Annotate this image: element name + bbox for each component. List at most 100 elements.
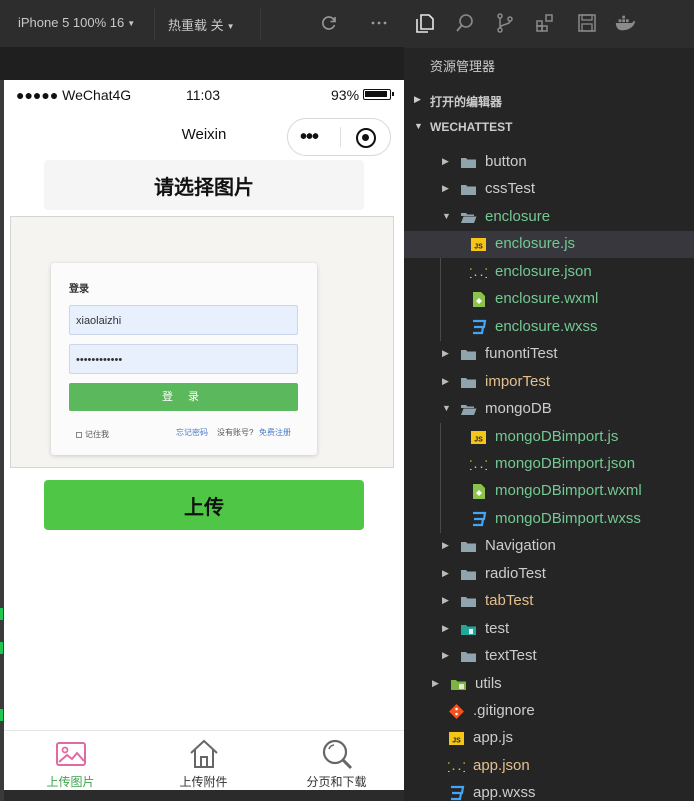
tree-item-label: mongoDBimport.js <box>495 427 619 445</box>
register-link: 免费注册 <box>259 428 291 437</box>
tree-item[interactable]: ▶ tabTest <box>404 588 694 615</box>
chevron-right-icon: ▶ <box>442 156 449 166</box>
toolbar-divider <box>260 8 261 40</box>
chevron-down-icon: ▼ <box>414 121 423 131</box>
device-label: iPhone 5 100% 16 <box>18 15 125 30</box>
forgot-password-link: 忘记密码 <box>176 428 208 437</box>
tree-item[interactable]: mongoDBimport.wxml <box>404 478 694 505</box>
tree-item[interactable]: ▶ Navigation <box>404 533 694 560</box>
wxml-file-icon <box>473 484 485 500</box>
tree-item[interactable]: ▶ cssTest <box>404 176 694 203</box>
tree-item-label: utils <box>475 674 502 692</box>
ide-explorer-panel: 资源管理器 ▶ 打开的编辑器 ▼ WECHATTEST ▶ button ▶ cssT… <box>404 0 694 801</box>
save-icon[interactable] <box>576 12 598 34</box>
upload-button[interactable]: 上传 <box>44 480 364 530</box>
chevron-right-icon: ▶ <box>442 375 449 386</box>
tree-item[interactable]: JS enclosure.js <box>404 231 694 259</box>
source-control-icon[interactable] <box>494 12 516 34</box>
tree-item[interactable]: JS app.js <box>404 725 694 752</box>
search-icon <box>322 739 352 770</box>
tree-item-label: app.json <box>473 756 530 774</box>
tree-item[interactable]: enclosure.wxml <box>404 286 694 313</box>
tab-paging-download[interactable]: 分页和下载 <box>270 731 403 790</box>
folder-test-icon <box>461 624 476 635</box>
files-icon[interactable] <box>414 12 436 34</box>
more-dots-icon[interactable]: ••• <box>300 127 319 147</box>
chevron-down-icon: ▼ <box>442 403 451 414</box>
tree-item-label: imporTest <box>485 372 551 390</box>
hot-reload-select[interactable]: 热重载 关 ▼ <box>168 15 235 34</box>
checkbox-icon <box>76 432 82 438</box>
file-tree: ▶ button ▶ cssTest ▼ enclosure JS enclosure.js {… <box>404 138 694 801</box>
tree-item-label: mongoDBimport.json <box>495 454 636 472</box>
login-title: 登录 <box>69 284 89 295</box>
tree-item[interactable]: ▶ funontiTest <box>404 341 694 368</box>
tree-item[interactable]: ▼ mongoDB <box>404 396 694 423</box>
tree-item[interactable]: ▼ enclosure <box>404 204 694 231</box>
carrier-text: ●●●●● WeChat4G <box>16 87 132 103</box>
tab-bar: 上传图片 上传附件 分页和下载 <box>4 730 404 790</box>
battery-icon <box>363 89 394 100</box>
tree-item[interactable]: {..} app.json <box>404 753 694 780</box>
chevron-right-icon: ▶ <box>414 94 421 104</box>
tree-item-label: enclosure.wxml <box>495 290 599 308</box>
tab-label: 上传图片 <box>46 775 95 789</box>
extensions-icon[interactable] <box>534 12 556 34</box>
explorer-title: 资源管理器 <box>430 59 496 74</box>
tree-item[interactable]: {..} enclosure.json <box>404 259 694 286</box>
device-select[interactable]: iPhone 5 100% 16 ▼ <box>18 15 135 30</box>
search-icon[interactable] <box>454 12 476 34</box>
choose-image-button[interactable]: 请选择图片 <box>44 160 364 210</box>
git-file-icon <box>449 704 464 719</box>
edge-indicator <box>0 608 3 620</box>
refresh-icon[interactable] <box>319 13 339 33</box>
menu-capsule: ••• <box>287 118 391 156</box>
section-open-editors[interactable]: ▶ 打开的编辑器 <box>404 88 694 112</box>
tree-item-label: button <box>485 153 527 170</box>
tree-item[interactable]: ▶ button <box>404 149 694 176</box>
chevron-right-icon: ▶ <box>442 348 449 359</box>
tree-item[interactable]: enclosure.wxss <box>404 314 694 341</box>
tree-item[interactable]: app.wxss <box>404 780 694 801</box>
folder-icon <box>461 158 476 168</box>
more-icon[interactable] <box>369 13 389 33</box>
js-file-icon: JS <box>471 238 486 252</box>
chevron-right-icon: ▶ <box>442 595 449 606</box>
svg-text:{..}: {..} <box>448 762 465 774</box>
tree-item[interactable]: .gitignore <box>404 698 694 725</box>
json-file-icon: {..} <box>470 268 487 280</box>
folder-open-icon <box>461 212 477 223</box>
tree-item[interactable]: ▶ imporTest <box>404 369 694 396</box>
activity-bar <box>404 0 694 48</box>
login-card: 登录 xiaolaizhi •••••••••••• 登 录 记住我 忘记密码 … <box>51 263 317 455</box>
docker-icon[interactable] <box>614 12 636 34</box>
tree-item[interactable]: mongoDBimport.wxss <box>404 506 694 533</box>
folder-icon <box>461 542 476 553</box>
edge-indicator <box>0 642 3 654</box>
tree-item[interactable]: ▶ test <box>404 616 694 643</box>
section-project[interactable]: ▼ WECHATTEST <box>404 115 694 139</box>
toolbar-divider <box>154 8 155 40</box>
tree-item-label: funontiTest <box>485 345 558 363</box>
close-miniprogram-icon[interactable] <box>356 128 376 148</box>
login-button: 登 录 <box>69 383 298 411</box>
folder-open-icon <box>461 405 477 416</box>
tree-item[interactable]: ▶ textTest <box>404 643 694 670</box>
chevron-right-icon: ▶ <box>442 183 449 194</box>
json-file-icon: {..} <box>448 762 465 774</box>
tree-item[interactable]: ▶ utils <box>404 671 694 698</box>
chevron-right-icon: ▶ <box>442 567 449 578</box>
capsule-divider <box>340 127 341 147</box>
wxss-file-icon <box>451 786 465 801</box>
tree-item-label: textTest <box>485 647 537 665</box>
tree-item[interactable]: ▶ radioTest <box>404 561 694 588</box>
no-account-text: 没有账号? <box>217 428 254 437</box>
svg-text:{..}: {..} <box>470 268 487 280</box>
json-file-icon: {..} <box>470 460 487 472</box>
tree-item-label: Navigation <box>485 537 556 555</box>
wxml-file-icon <box>473 292 485 308</box>
tab-upload-attachment[interactable]: 上传附件 <box>137 731 270 790</box>
tree-item[interactable]: {..} mongoDBimport.json <box>404 451 694 478</box>
tab-upload-image[interactable]: 上传图片 <box>4 731 137 790</box>
tree-item[interactable]: JS mongoDBimport.js <box>404 424 694 451</box>
